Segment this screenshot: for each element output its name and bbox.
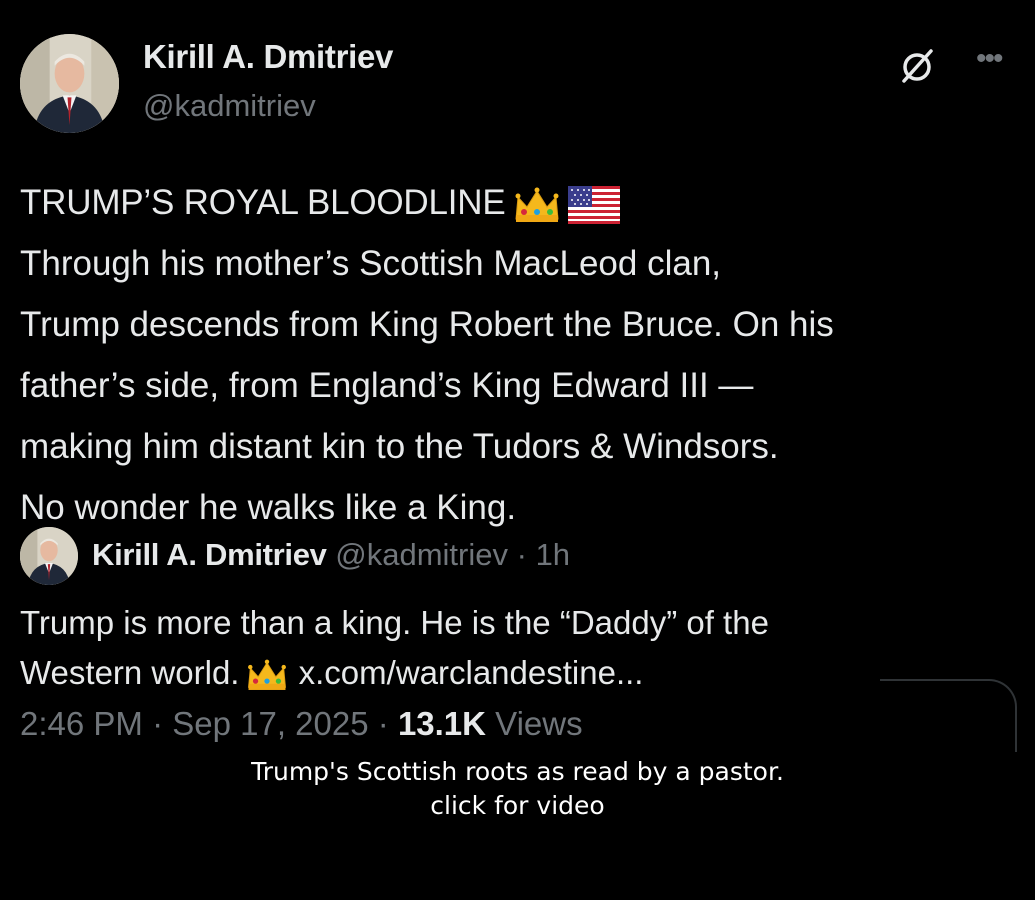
quoted-line: Western world. x.com/warclandestine... [20, 648, 1000, 698]
quoted-text[interactable]: Trump is more than a king. He is the “Da… [20, 598, 1000, 698]
click-for-video-link[interactable]: click for video [0, 789, 1035, 823]
tweet-text: TRUMP’S ROYAL BLOODLINE Through his moth… [20, 172, 1025, 538]
tweet-line: making him distant kin to the Tudors & W… [20, 427, 779, 466]
quoted-display-name[interactable]: Kirill A. Dmitriev [92, 537, 327, 572]
crown-emoji [245, 657, 289, 693]
author-display-name[interactable]: Kirill A. Dmitriev [143, 38, 393, 76]
tweet-line: father’s side, from England’s King Edwar… [20, 366, 754, 405]
quoted-author-avatar-image [20, 527, 78, 585]
author-handle[interactable]: @kadmitriev [143, 88, 316, 124]
more-options-icon[interactable]: ••• [976, 44, 1003, 74]
quoted-link[interactable]: x.com/warclandestine... [299, 654, 644, 691]
video-caption[interactable]: Trump's Scottish roots as read by a past… [0, 755, 1035, 823]
author-avatar-image [20, 34, 119, 133]
tweet-headline: TRUMP’S ROYAL BLOODLINE [20, 183, 506, 222]
tweet-line: Trump descends from King Robert the Bruc… [20, 305, 834, 344]
tweet-time[interactable]: 2:46 PM [20, 705, 143, 742]
us-flag-emoji [567, 185, 620, 224]
quoted-header[interactable]: Kirill A. Dmitriev @kadmitriev · 1h [92, 537, 570, 573]
tweet-line: No wonder he walks like a King. [20, 488, 517, 527]
tweet-meta: 2:46 PM · Sep 17, 2025 · 13.1K Views [20, 705, 583, 743]
caption-line: Trump's Scottish roots as read by a past… [251, 757, 784, 786]
quoted-timestamp[interactable]: 1h [536, 537, 570, 572]
tweet-date[interactable]: Sep 17, 2025 [172, 705, 368, 742]
quoted-author-avatar[interactable] [20, 527, 78, 585]
views-count: 13.1K [397, 705, 486, 742]
tweet-headline-line: TRUMP’S ROYAL BLOODLINE [20, 172, 1025, 233]
tweet-line: Through his mother’s Scottish MacLeod cl… [20, 244, 722, 283]
quoted-handle[interactable]: @kadmitriev [335, 537, 508, 572]
quoted-line: Trump is more than a king. He is the “Da… [20, 604, 769, 641]
crown-emoji [512, 185, 562, 225]
views-label: Views [495, 705, 583, 742]
quoted-line-prefix: Western world. [20, 654, 240, 691]
meta-separator: · [152, 705, 164, 742]
quoted-separator: · [516, 537, 527, 572]
grok-icon[interactable] [897, 46, 937, 86]
meta-separator: · [377, 705, 389, 742]
author-avatar[interactable] [20, 34, 119, 133]
